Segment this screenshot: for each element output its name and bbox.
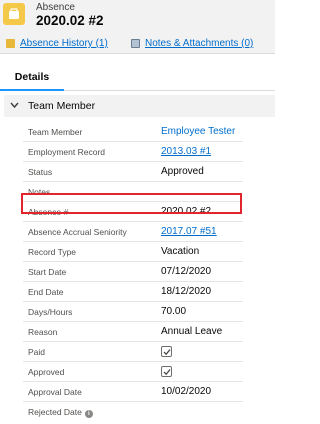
- approved-checkbox: [161, 366, 172, 377]
- start-date-value: 07/12/2020: [161, 266, 212, 277]
- field-row-approved: Approved: [23, 362, 243, 382]
- paid-checkbox: [161, 346, 172, 357]
- field-label: Notes: [28, 187, 51, 197]
- days-hours-value: 70.00: [161, 306, 187, 317]
- field-row-record-type: Record Type Vacation: [23, 242, 243, 262]
- field-row-employment-record: Employment Record 2013.03 #1: [23, 142, 243, 162]
- field-row-days-hours: Days/Hours 70.00: [23, 302, 243, 322]
- history-icon: [6, 39, 15, 48]
- related-links-bar: Absence History (1) Notes & Attachments …: [0, 32, 275, 54]
- absence-history-label: Absence History (1): [20, 38, 108, 49]
- record-type-value: Vacation: [161, 246, 200, 257]
- approval-date-value: 10/02/2020: [161, 386, 212, 397]
- field-label: Rejected Date: [28, 407, 82, 417]
- field-row-notes: Notes: [23, 182, 243, 202]
- absence-object-icon: [3, 3, 25, 25]
- tab-details[interactable]: Details: [0, 63, 64, 91]
- checkmark-icon: [163, 349, 171, 356]
- field-row-rejected-date: Rejected Date i: [23, 402, 243, 422]
- field-label: Start Date: [28, 267, 67, 277]
- section-title: Team Member: [28, 100, 96, 112]
- field-label: Record Type: [28, 247, 77, 257]
- field-row-start-date: Start Date 07/12/2020: [23, 262, 243, 282]
- record-title: 2020.02 #2: [36, 13, 104, 28]
- field-row-paid: Paid: [23, 342, 243, 362]
- field-label: Days/Hours: [28, 307, 73, 317]
- field-row-absence-number: Absence # 2020.02 #2: [23, 202, 243, 222]
- absence-number-value: 2020.02 #2: [161, 206, 212, 217]
- notes-icon: [131, 39, 140, 48]
- chevron-down-icon: [10, 102, 19, 109]
- end-date-value: 18/12/2020: [161, 286, 212, 297]
- field-row-team-member: Team Member Employee Tester: [23, 122, 243, 142]
- field-row-approval-date: Approval Date 10/02/2020: [23, 382, 243, 402]
- field-label: Absence Accrual Seniority: [28, 227, 127, 237]
- record-header: Absence 2020.02 #2: [0, 0, 275, 32]
- section-header-team-member[interactable]: Team Member: [4, 95, 275, 117]
- reason-value: Annual Leave: [161, 326, 223, 337]
- field-label: Team Member: [28, 127, 83, 137]
- field-label: Reason: [28, 327, 58, 337]
- field-label: Paid: [28, 347, 46, 357]
- field-row-reason: Reason Annual Leave: [23, 322, 243, 342]
- field-label: Status: [28, 167, 53, 177]
- field-label: Absence #: [28, 207, 69, 217]
- notes-attachments-link[interactable]: Notes & Attachments (0): [131, 37, 253, 50]
- notes-attachments-label: Notes & Attachments (0): [145, 38, 254, 49]
- employment-record-link[interactable]: 2013.03 #1: [161, 146, 211, 157]
- field-label: Approval Date: [28, 387, 82, 397]
- field-row-status: Status Approved: [23, 162, 243, 182]
- tab-bar: Details: [0, 63, 275, 91]
- field-label: End Date: [28, 287, 64, 297]
- field-label: Approved: [28, 367, 65, 377]
- field-row-absence-accrual-seniority: Absence Accrual Seniority 2017.07 #51: [23, 222, 243, 242]
- checkmark-icon: [163, 369, 171, 376]
- field-label: Employment Record: [28, 147, 106, 157]
- absence-accrual-seniority-link[interactable]: 2017.07 #51: [161, 226, 217, 237]
- info-icon[interactable]: i: [84, 410, 93, 418]
- field-label-wrap: Rejected Date i: [28, 407, 93, 418]
- status-value: Approved: [161, 166, 204, 177]
- field-row-end-date: End Date 18/12/2020: [23, 282, 243, 302]
- team-member-link[interactable]: Employee Tester: [161, 126, 235, 137]
- absence-history-link[interactable]: Absence History (1): [6, 37, 108, 50]
